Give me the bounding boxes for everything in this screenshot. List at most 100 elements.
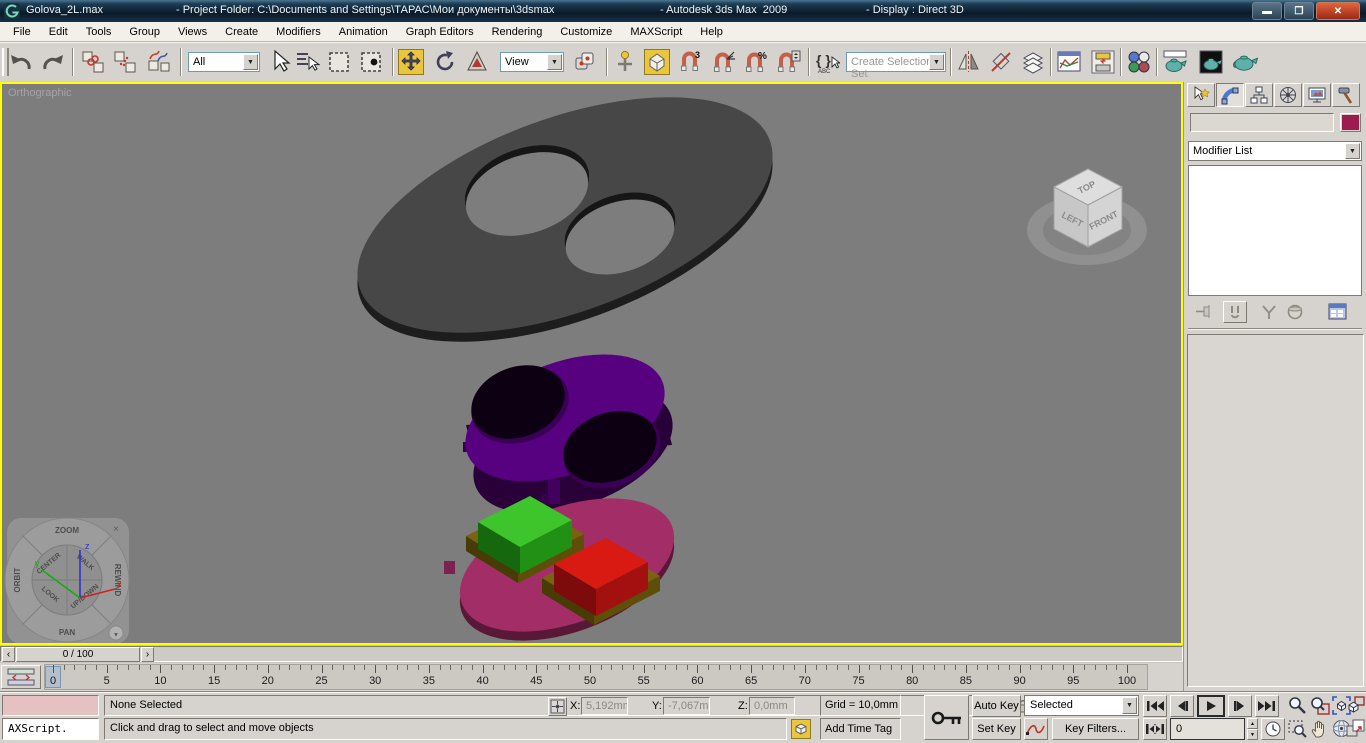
pin-stack-icon[interactable] <box>1193 302 1213 322</box>
selection-filter-dropdown[interactable]: All ▼ <box>188 52 260 72</box>
wheel-close-icon[interactable]: × <box>113 524 119 535</box>
auto-key-button[interactable]: Auto Key <box>972 695 1021 717</box>
spinner-snap-toggle-icon[interactable] <box>776 49 802 75</box>
key-tangents-button[interactable] <box>1024 718 1048 740</box>
menu-help[interactable]: Help <box>691 24 732 40</box>
unlink-selection-icon[interactable] <box>112 49 138 75</box>
menu-customize[interactable]: Customize <box>551 24 621 40</box>
wheel-orbit-label[interactable]: ORBIT <box>13 567 22 592</box>
show-end-result-icon[interactable] <box>1223 301 1247 323</box>
set-key-button[interactable]: Set Key <box>972 718 1021 740</box>
material-editor-icon[interactable] <box>1126 49 1152 75</box>
viewport[interactable]: Orthographic <box>0 82 1183 645</box>
percent-snap-toggle-icon[interactable]: % <box>744 49 770 75</box>
key-filters-button[interactable]: Key Filters... <box>1052 718 1139 740</box>
menu-group[interactable]: Group <box>120 24 169 40</box>
tab-create[interactable] <box>1187 83 1215 107</box>
select-and-rotate-icon[interactable] <box>432 49 458 75</box>
mirror-icon[interactable] <box>956 49 982 75</box>
x-coordinate-field[interactable]: 5,192mm <box>581 697 628 715</box>
open-mini-curve-editor-button[interactable] <box>1 665 41 689</box>
key-mode-dropdown[interactable]: Selected ▼ <box>1024 695 1139 716</box>
snaps-toggle-icon[interactable]: 3 <box>678 49 704 75</box>
select-and-link-icon[interactable] <box>80 49 106 75</box>
zoom-extents-all-tool[interactable] <box>1345 695 1366 716</box>
current-frame-field[interactable]: 0 <box>1170 718 1245 740</box>
maxscript-listener-input[interactable]: AXScript. <box>2 718 99 740</box>
y-coordinate-field[interactable]: -7,067mm <box>663 697 710 715</box>
minimize-button[interactable]: ▬ <box>1252 2 1282 20</box>
tab-motion[interactable] <box>1274 83 1302 107</box>
window-crossing-icon[interactable] <box>358 49 384 75</box>
chevron-down-icon[interactable]: ▼ <box>243 54 258 70</box>
go-to-start-button[interactable] <box>1143 695 1167 717</box>
menu-modifiers[interactable]: Modifiers <box>267 24 330 40</box>
reference-coordinate-system-dropdown[interactable]: View ▼ <box>500 52 564 72</box>
tab-hierarchy[interactable] <box>1245 83 1273 107</box>
z-coordinate-field[interactable]: 0,0mm <box>749 697 795 715</box>
grey-plate-object[interactable] <box>327 84 803 390</box>
use-pivot-point-center-icon[interactable] <box>572 49 598 75</box>
menu-graph-editors[interactable]: Graph Editors <box>397 24 483 40</box>
keyboard-shortcut-override-toggle-icon[interactable] <box>644 49 670 75</box>
chevron-down-icon[interactable]: ▼ <box>1122 697 1137 714</box>
menu-create[interactable]: Create <box>216 24 267 40</box>
key-mode-toggle-button[interactable] <box>1143 718 1167 740</box>
previous-frame-button[interactable] <box>1170 695 1194 717</box>
time-slider-track[interactable] <box>0 646 1183 662</box>
zoom-tool[interactable] <box>1287 695 1308 716</box>
render-setup-icon[interactable] <box>1162 49 1188 75</box>
tab-utilities[interactable] <box>1332 83 1360 107</box>
toggle-set-key-mode-button[interactable] <box>924 695 969 740</box>
viewcube[interactable]: TOP LEFT FRONT <box>1027 169 1147 265</box>
select-and-manipulate-icon[interactable] <box>612 49 638 75</box>
undo-icon[interactable] <box>8 49 34 75</box>
chevron-down-icon[interactable]: ▼ <box>1345 143 1360 159</box>
track-ruler[interactable]: 0510152025303540455055606570758085909510… <box>44 664 1148 690</box>
viewport-label[interactable]: Orthographic <box>8 87 72 99</box>
menu-edit[interactable]: Edit <box>40 24 77 40</box>
menu-tools[interactable]: Tools <box>77 24 121 40</box>
time-slider-next-button[interactable]: › <box>141 647 154 662</box>
add-time-tag[interactable]: Add Time Tag <box>820 718 901 740</box>
zoom-all-tool[interactable] <box>1309 695 1330 716</box>
make-unique-icon[interactable] <box>1259 302 1279 322</box>
wheel-menu-arrow[interactable]: ▼ <box>113 633 119 639</box>
menu-views[interactable]: Views <box>169 24 216 40</box>
create-selection-set-combobox[interactable]: Create Selection Set ▼ <box>846 52 946 72</box>
menu-file[interactable]: File <box>4 24 40 40</box>
menu-rendering[interactable]: Rendering <box>483 24 552 40</box>
frame-spinner[interactable]: ▲ ▼ <box>1247 718 1258 740</box>
menu-maxscript[interactable]: MAXScript <box>621 24 691 40</box>
time-slider-knob[interactable]: 0 / 100 <box>16 647 140 662</box>
chevron-down-icon[interactable]: ▼ <box>547 54 562 70</box>
tab-modify[interactable] <box>1216 83 1244 107</box>
maxscript-listener-macro-pane[interactable] <box>2 695 99 716</box>
edit-named-selection-sets-icon[interactable]: { }ABC <box>814 49 840 75</box>
steering-wheel[interactable]: ZOOM ORBIT REWIND PAN CENTER WALK LOOK U… <box>5 518 129 643</box>
align-icon[interactable] <box>988 49 1014 75</box>
close-button[interactable]: ✕ <box>1316 2 1360 20</box>
go-to-end-button[interactable] <box>1255 695 1279 717</box>
modifier-stack-list[interactable] <box>1188 165 1362 296</box>
time-configuration-button[interactable] <box>1261 718 1285 740</box>
time-slider-prev-button[interactable]: ‹ <box>2 647 15 662</box>
render-production-icon[interactable] <box>1232 49 1258 75</box>
play-button[interactable] <box>1197 695 1225 717</box>
chevron-down-icon[interactable]: ▼ <box>929 54 944 70</box>
pan-tool[interactable] <box>1309 718 1330 739</box>
next-frame-button[interactable] <box>1228 695 1252 717</box>
curve-editor-icon[interactable] <box>1056 49 1082 75</box>
redo-icon[interactable] <box>40 49 66 75</box>
object-color-swatch[interactable] <box>1340 113 1361 132</box>
absolute-mode-transform-type-in[interactable] <box>548 697 567 716</box>
wheel-zoom-label[interactable]: ZOOM <box>55 526 79 535</box>
rendered-frame-window-icon[interactable] <box>1198 49 1224 75</box>
select-and-scale-icon[interactable] <box>464 49 490 75</box>
restore-button[interactable]: ❐ <box>1284 2 1314 20</box>
tab-display[interactable] <box>1303 83 1331 107</box>
maximize-viewport-toggle[interactable] <box>1345 718 1366 739</box>
modifier-list-dropdown[interactable]: Modifier List ▼ <box>1188 141 1362 161</box>
adaptive-degradation-toggle[interactable] <box>791 719 811 739</box>
select-and-move-icon[interactable] <box>398 49 424 75</box>
